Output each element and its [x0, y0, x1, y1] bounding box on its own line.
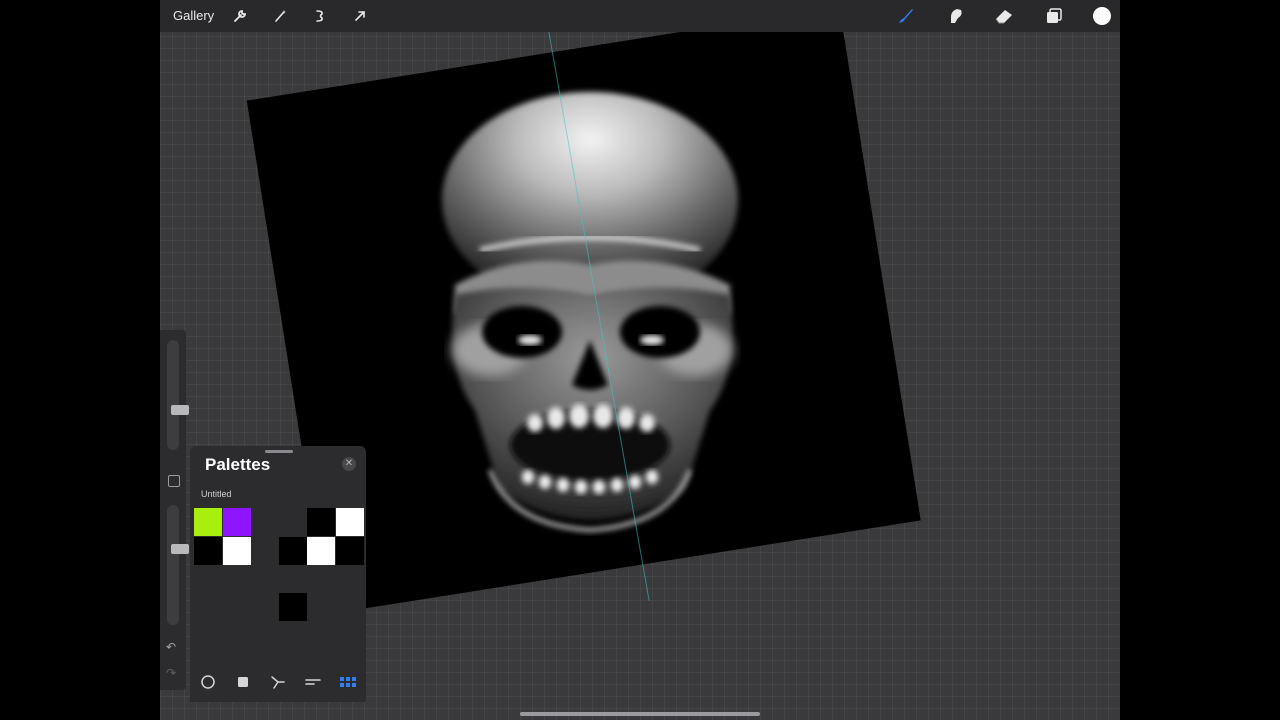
- brush-size-slider[interactable]: [167, 340, 189, 450]
- color-panel: Palettes ✕ Untitled: [190, 446, 366, 702]
- layers-icon[interactable]: [1044, 6, 1064, 26]
- value-tab-icon[interactable]: [303, 672, 323, 692]
- harmony-tab-icon[interactable]: [268, 672, 288, 692]
- palette-name[interactable]: Untitled: [201, 489, 232, 499]
- redo-button[interactable]: ↷: [166, 666, 176, 680]
- gallery-button[interactable]: Gallery: [173, 8, 214, 23]
- top-toolbar: Gallery: [160, 0, 1120, 32]
- eraser-icon[interactable]: [994, 6, 1014, 26]
- color-swatch-icon[interactable]: [1092, 6, 1112, 26]
- palettes-tab-icon[interactable]: [338, 672, 358, 692]
- opacity-slider[interactable]: [167, 505, 189, 625]
- palette-swatch[interactable]: [194, 537, 222, 565]
- palette-swatch[interactable]: [336, 537, 364, 565]
- close-icon[interactable]: ✕: [342, 457, 356, 471]
- modify-button[interactable]: [168, 475, 180, 487]
- procreate-app: Gallery ↶ ↷ Palettes ✕ Untitled: [160, 0, 1120, 720]
- sidebar-sliders: ↶ ↷: [160, 330, 189, 690]
- transform-arrow-icon[interactable]: [350, 6, 370, 26]
- smudge-icon[interactable]: [946, 6, 966, 26]
- brush-icon[interactable]: [896, 6, 916, 26]
- disc-tab-icon[interactable]: [198, 672, 218, 692]
- palette-swatch[interactable]: [223, 508, 251, 536]
- color-mode-tabs: [190, 668, 366, 696]
- brush-size-thumb[interactable]: [171, 405, 189, 415]
- magic-wand-icon[interactable]: [270, 6, 290, 26]
- palette-swatch[interactable]: [336, 508, 364, 536]
- opacity-thumb[interactable]: [171, 544, 189, 554]
- selection-icon[interactable]: [310, 6, 330, 26]
- palette-swatch[interactable]: [279, 593, 307, 621]
- palette-swatch[interactable]: [194, 508, 222, 536]
- current-color-swatch: [1093, 7, 1111, 25]
- palette-swatch[interactable]: [279, 537, 307, 565]
- undo-button[interactable]: ↶: [166, 640, 176, 654]
- panel-grabber[interactable]: [265, 450, 293, 453]
- palette-swatch[interactable]: [223, 537, 251, 565]
- palette-swatch[interactable]: [307, 537, 335, 565]
- palette-swatch[interactable]: [307, 508, 335, 536]
- wrench-icon[interactable]: [230, 6, 250, 26]
- panel-title: Palettes: [205, 455, 271, 474]
- classic-tab-icon[interactable]: [233, 672, 253, 692]
- home-indicator[interactable]: [520, 712, 760, 716]
